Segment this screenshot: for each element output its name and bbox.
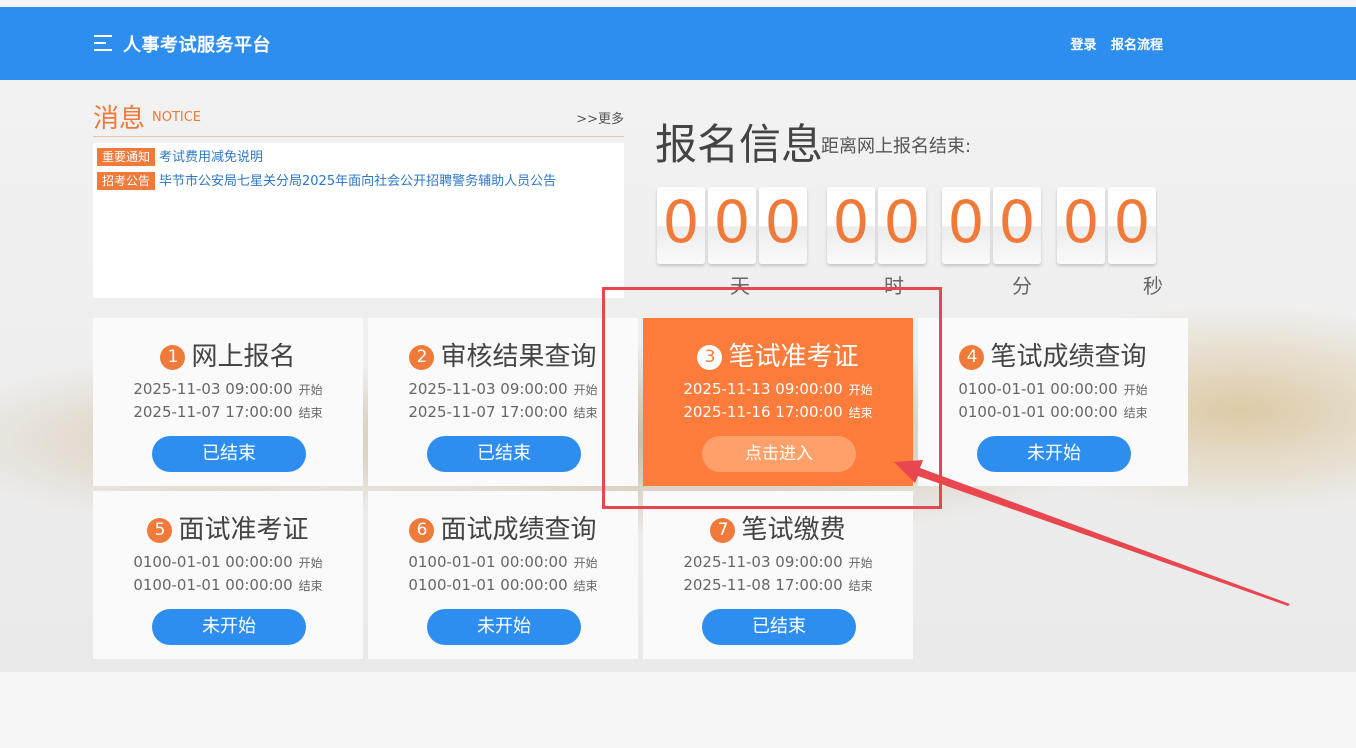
annotation-arrow-icon — [894, 460, 1290, 606]
page: 人事考试服务平台 登录 报名流程 消息 NOTICE >>更多 重要通知 考试费用… — [0, 0, 1356, 748]
